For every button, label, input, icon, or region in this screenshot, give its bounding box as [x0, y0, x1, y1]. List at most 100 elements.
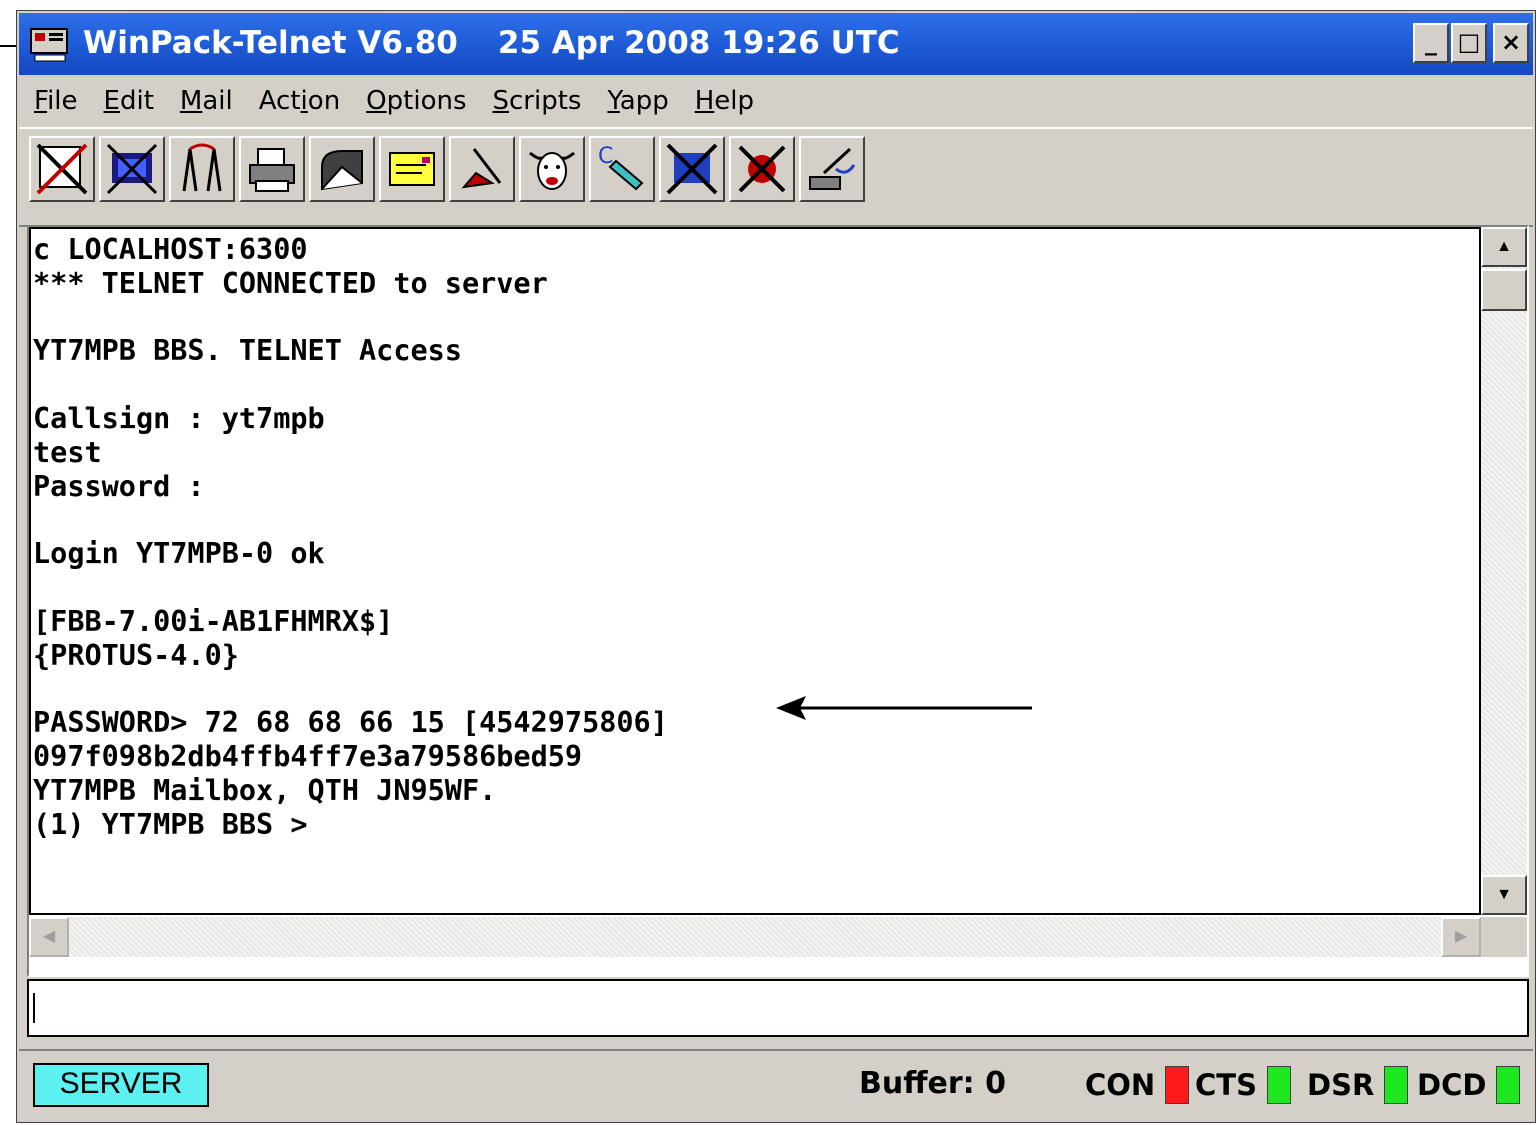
- menu-yapp[interactable]: Yapp: [607, 86, 668, 116]
- menu-yapp-mnemonic: Y: [607, 86, 620, 116]
- toolbar: C: [29, 136, 869, 202]
- capture-button[interactable]: C: [589, 136, 655, 202]
- app-window: WinPack-Telnet V6.80 25 Apr 2008 19:26 UT…: [16, 10, 1536, 1123]
- title-datetime: 25 Apr 2008 19:26 UTC: [497, 25, 900, 61]
- cts-label: CTS: [1195, 1068, 1257, 1102]
- cts-indicator: CTS: [1195, 1066, 1291, 1104]
- disconnect-button[interactable]: [29, 136, 95, 202]
- stop-icon: [738, 145, 786, 193]
- capture-icon: C: [598, 144, 644, 191]
- dsr-indicator: DSR: [1307, 1066, 1409, 1104]
- write-icon: [461, 148, 502, 189]
- terminal-text: c LOCALHOST:6300 *** TELNET CONNECTED to …: [33, 233, 668, 841]
- network-icon: [106, 143, 158, 195]
- dcd-led: [1496, 1066, 1521, 1104]
- terminal-line: Callsign : yt7mpb: [33, 401, 325, 435]
- con-indicator: CON: [1085, 1066, 1190, 1104]
- antenna-button[interactable]: [169, 136, 235, 202]
- menu-mail-mnemonic: M: [179, 86, 203, 116]
- menu-edit[interactable]: Edit: [104, 86, 154, 116]
- network-button[interactable]: [99, 136, 165, 202]
- connect-icon: [809, 147, 856, 190]
- cts-led: [1266, 1066, 1291, 1104]
- terminal-line: c LOCALHOST:6300: [33, 233, 308, 266]
- menu-action-prefix: Act: [258, 86, 301, 116]
- terminal-line: YT7MPB BBS. TELNET Access: [33, 334, 462, 368]
- menu-yapp-label: app: [619, 86, 669, 116]
- menu-file[interactable]: File: [34, 86, 78, 116]
- bull-button[interactable]: [519, 136, 585, 202]
- close-button[interactable]: ×: [1493, 23, 1529, 63]
- horizontal-scrollbar[interactable]: ◀ ▶: [29, 917, 1481, 957]
- dcd-label: DCD: [1417, 1068, 1487, 1102]
- minimize-icon: _: [1425, 28, 1437, 56]
- close-icon: ×: [1500, 28, 1522, 56]
- menu-scripts-mnemonic: S: [492, 86, 510, 116]
- menu-scripts-label: cripts: [509, 86, 582, 116]
- menu-edit-label: dit: [119, 86, 154, 116]
- scroll-down-button[interactable]: ▼: [1481, 875, 1527, 915]
- terminal-line: {PROTUS-4.0}: [33, 638, 239, 672]
- menu-scripts[interactable]: Scripts: [493, 86, 582, 116]
- terminal-line: [FBB-7.00i-AB1FHMRX$]: [33, 604, 394, 638]
- print-button[interactable]: [239, 136, 305, 202]
- dsr-label: DSR: [1307, 1068, 1375, 1102]
- maximize-button[interactable]: □: [1451, 23, 1487, 63]
- con-label: CON: [1085, 1068, 1156, 1102]
- bull-icon: [529, 151, 575, 190]
- menu-mail[interactable]: Mail: [180, 86, 233, 116]
- terminal-line: Password :: [33, 469, 205, 503]
- menu-options-mnemonic: O: [366, 86, 387, 116]
- stop-button[interactable]: [729, 136, 795, 202]
- menu-help[interactable]: Help: [695, 86, 754, 116]
- cancel-button[interactable]: [659, 136, 725, 202]
- menu-help-label: elp: [714, 86, 755, 116]
- maximize-icon: □: [1457, 28, 1481, 56]
- scroll-up-button[interactable]: ▲: [1481, 227, 1527, 267]
- cancel-icon: [666, 143, 718, 195]
- minimize-button[interactable]: _: [1413, 23, 1449, 63]
- buffer-label: Buffer:: [859, 1066, 975, 1101]
- command-input[interactable]: [31, 983, 1525, 1035]
- connect-button[interactable]: [799, 136, 865, 202]
- dsr-led: [1384, 1066, 1409, 1104]
- menu-options-label: ptions: [386, 86, 467, 116]
- scroll-corner: [1481, 917, 1527, 957]
- terminal-line: test: [33, 435, 102, 469]
- mode-badge[interactable]: SERVER: [33, 1063, 209, 1107]
- annotation-line: [0, 45, 16, 47]
- mailbox-button[interactable]: [309, 136, 375, 202]
- scroll-right-button[interactable]: ▶: [1441, 917, 1481, 957]
- terminal-line: YT7MPB Mailbox, QTH JN95WF.: [33, 773, 497, 807]
- scroll-thumb[interactable]: [1481, 269, 1527, 311]
- scroll-right-icon: ▶: [1454, 928, 1468, 945]
- terminal-output[interactable]: c LOCALHOST:6300 *** TELNET CONNECTED to …: [29, 227, 1481, 915]
- vertical-scrollbar[interactable]: ▲ ▼: [1481, 227, 1527, 915]
- write-button[interactable]: [449, 136, 515, 202]
- printer-icon: [249, 148, 295, 192]
- toolbar-area: C: [19, 127, 1533, 227]
- status-bar: SERVER Buffer: 0 CON CTS DSR DCD: [19, 1049, 1533, 1121]
- terminal-line: Login YT7MPB-0 ok: [33, 537, 325, 571]
- title-bar[interactable]: WinPack-Telnet V6.80 25 Apr 2008 19:26 UT…: [19, 13, 1533, 75]
- scroll-up-icon: ▲: [1496, 238, 1512, 255]
- message-icon: [389, 152, 435, 186]
- text-caret: [33, 993, 35, 1023]
- terminal-line: 097f098b2db4ffb4ff7e3a79586bed59: [33, 739, 583, 773]
- scroll-down-icon: ▼: [1496, 886, 1512, 903]
- scroll-left-button[interactable]: ◀: [29, 917, 69, 957]
- terminal-frame: c LOCALHOST:6300 *** TELNET CONNECTED to …: [27, 225, 1529, 977]
- terminal-line: *** TELNET CONNECTED to server: [33, 266, 548, 300]
- menu-bar: File Edit Mail Action Options Scripts Ya…: [21, 81, 767, 121]
- antenna-icon: [182, 143, 222, 192]
- command-input-frame: [27, 979, 1529, 1037]
- con-led: [1165, 1066, 1190, 1104]
- message-button[interactable]: [379, 136, 445, 202]
- dcd-indicator: DCD: [1417, 1066, 1521, 1104]
- menu-action[interactable]: Action: [259, 86, 340, 116]
- menu-options[interactable]: Options: [366, 86, 466, 116]
